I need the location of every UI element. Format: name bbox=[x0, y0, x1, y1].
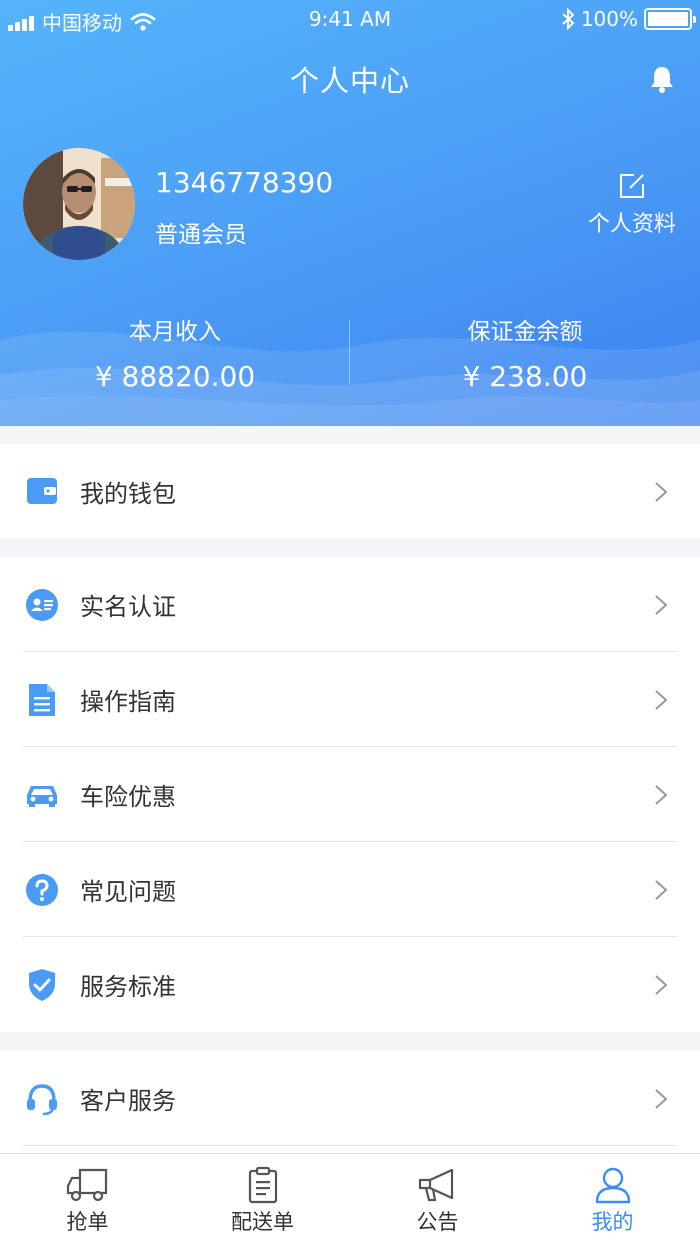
menu-item-guide[interactable]: 操作指南 bbox=[0, 652, 700, 747]
menu-label-customer-service: 客户服务 bbox=[80, 1087, 176, 1115]
question-icon bbox=[24, 872, 60, 908]
tab-mine[interactable]: 我的 bbox=[525, 1154, 700, 1244]
menu-label-wallet: 我的钱包 bbox=[80, 479, 176, 508]
chevron-right-icon bbox=[655, 595, 668, 615]
user-phone: 1346778390 bbox=[155, 166, 334, 199]
wallet-icon bbox=[24, 473, 60, 509]
headset-icon bbox=[24, 1081, 60, 1117]
monthly-income-value: ¥ 88820.00 bbox=[94, 360, 256, 393]
battery-percent: 100% bbox=[580, 7, 638, 31]
chevron-right-icon bbox=[655, 880, 668, 900]
member-level: 普通会员 bbox=[155, 222, 247, 248]
tab-label-delivery-orders: 配送单 bbox=[231, 1210, 294, 1234]
bell-icon[interactable] bbox=[648, 64, 676, 94]
tab-bar: 抢单 配送单 公告 我的 bbox=[0, 1153, 700, 1244]
car-icon bbox=[24, 777, 60, 813]
monthly-income-stat: 本月收入 ¥ 88820.00 bbox=[0, 312, 350, 393]
menu-item-faq[interactable]: 常见问题 bbox=[0, 842, 700, 937]
id-card-icon bbox=[24, 587, 60, 623]
menu-label-car-insurance: 车险优惠 bbox=[80, 783, 176, 811]
document-icon bbox=[24, 682, 60, 718]
deposit-balance-stat: 保证金余额 ¥ 238.00 bbox=[350, 312, 700, 393]
chevron-right-icon bbox=[655, 1089, 668, 1109]
status-bar: 中国移动 9:41 AM 100% bbox=[0, 0, 700, 40]
tab-label-mine: 我的 bbox=[591, 1210, 634, 1234]
avatar[interactable] bbox=[23, 148, 135, 260]
profile-header: 中国移动 9:41 AM 100% 个人中心 1346778390 普通会员 个… bbox=[0, 0, 700, 426]
edit-icon bbox=[620, 174, 644, 198]
menu-label-verification: 实名认证 bbox=[80, 593, 176, 621]
tab-label-grab-order: 抢单 bbox=[66, 1210, 109, 1234]
deposit-balance-value: ¥ 238.00 bbox=[462, 360, 588, 393]
service-card: 客户服务 bbox=[0, 1051, 700, 1153]
row-divider bbox=[23, 1145, 677, 1146]
menu-item-customer-service[interactable]: 客户服务 bbox=[0, 1051, 700, 1146]
menu-item-verification[interactable]: 实名认证 bbox=[0, 557, 700, 652]
tab-announcements[interactable]: 公告 bbox=[350, 1154, 525, 1244]
menu-label-service-standards: 服务标准 bbox=[80, 973, 176, 1001]
menu-label-guide: 操作指南 bbox=[80, 688, 176, 716]
menu-item-wallet[interactable]: 我的钱包 bbox=[0, 444, 700, 538]
avatar-photo bbox=[23, 148, 135, 260]
wallet-card: 我的钱包 bbox=[0, 444, 700, 538]
chevron-right-icon bbox=[655, 482, 668, 502]
edit-profile-label: 个人资料 bbox=[587, 212, 676, 237]
chevron-right-icon bbox=[655, 785, 668, 805]
clipboard-icon bbox=[248, 1166, 277, 1204]
tab-label-announcements: 公告 bbox=[416, 1210, 459, 1234]
tab-grab-order[interactable]: 抢单 bbox=[0, 1154, 175, 1244]
edit-profile-button[interactable]: 个人资料 bbox=[582, 172, 682, 238]
menu-item-car-insurance[interactable]: 车险优惠 bbox=[0, 747, 700, 842]
monthly-income-label: 本月收入 bbox=[129, 319, 221, 345]
megaphone-icon bbox=[418, 1168, 453, 1202]
battery-icon bbox=[644, 8, 696, 30]
menu-card: 实名认证 操作指南 车险优惠 常见问题 服务标准 bbox=[0, 557, 700, 1032]
menu-item-service-standards[interactable]: 服务标准 bbox=[0, 937, 700, 1032]
chevron-right-icon bbox=[655, 690, 668, 710]
chevron-right-icon bbox=[655, 975, 668, 995]
truck-icon bbox=[66, 1168, 107, 1202]
user-icon bbox=[595, 1167, 630, 1204]
menu-label-faq: 常见问题 bbox=[80, 878, 176, 906]
page-title: 个人中心 bbox=[289, 64, 410, 98]
shield-check-icon bbox=[24, 967, 60, 1003]
deposit-balance-label: 保证金余额 bbox=[467, 319, 583, 345]
tab-delivery-orders[interactable]: 配送单 bbox=[175, 1154, 350, 1244]
bluetooth-icon bbox=[562, 8, 575, 30]
